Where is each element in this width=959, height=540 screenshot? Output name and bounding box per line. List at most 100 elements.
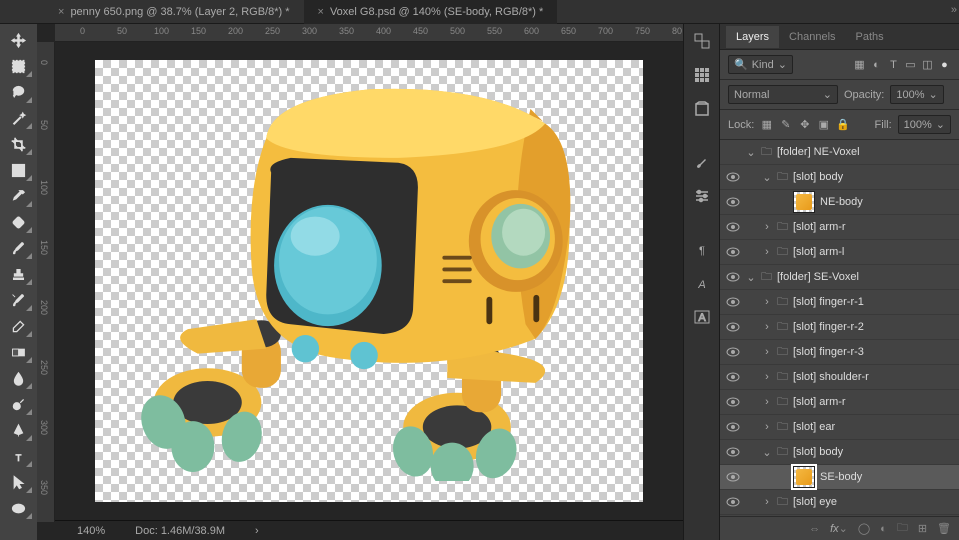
type-tool[interactable]: T bbox=[5, 444, 33, 468]
brush-tool[interactable] bbox=[5, 236, 33, 260]
history-brush-tool[interactable] bbox=[5, 288, 33, 312]
visibility-toggle[interactable] bbox=[720, 220, 746, 234]
layer-row[interactable]: ›🗀[slot] arm-l bbox=[720, 240, 959, 265]
expand-arrow[interactable]: › bbox=[762, 371, 772, 383]
visibility-toggle[interactable] bbox=[720, 470, 746, 484]
frame-tool[interactable] bbox=[5, 158, 33, 182]
eyedropper-tool[interactable] bbox=[5, 184, 33, 208]
panel-tab-channels[interactable]: Channels bbox=[779, 26, 845, 48]
adjustment-layer-icon[interactable]: ◐ bbox=[880, 523, 887, 535]
panel-tab-layers[interactable]: Layers bbox=[726, 26, 779, 48]
shape-tool[interactable] bbox=[5, 496, 33, 520]
dodge-tool[interactable] bbox=[5, 392, 33, 416]
healing-tool[interactable] bbox=[5, 210, 33, 234]
document-tab[interactable]: ×Voxel G8.psd @ 140% (SE-body, RGB/8*) * bbox=[304, 0, 558, 24]
layer-row[interactable]: ›🗀[slot] finger-r-3 bbox=[720, 340, 959, 365]
canvas-viewport[interactable] bbox=[55, 42, 683, 520]
expand-arrow[interactable]: › bbox=[762, 296, 772, 308]
path-select-tool[interactable] bbox=[5, 470, 33, 494]
panel-icon-swatches[interactable] bbox=[691, 64, 713, 86]
visibility-toggle[interactable] bbox=[720, 270, 746, 284]
zoom-level[interactable]: 140% bbox=[77, 525, 105, 537]
panel-icon-libraries[interactable] bbox=[691, 98, 713, 120]
lock-all-icon[interactable]: 🔒 bbox=[836, 118, 849, 131]
visibility-toggle[interactable] bbox=[720, 195, 746, 209]
expand-arrow[interactable]: ⌄ bbox=[762, 171, 772, 184]
filter-kind-dropdown[interactable]: 🔍Kind⌄ bbox=[728, 55, 793, 74]
layer-row[interactable]: SE-body bbox=[720, 465, 959, 490]
lock-brush-icon[interactable]: ✎ bbox=[779, 118, 792, 131]
visibility-toggle[interactable] bbox=[720, 345, 746, 359]
layer-row[interactable]: ⌄🗀[slot] body bbox=[720, 165, 959, 190]
layer-row[interactable]: ›🗀[slot] finger-r-2 bbox=[720, 315, 959, 340]
blend-mode-dropdown[interactable]: Normal⌄ bbox=[728, 85, 838, 104]
layer-row[interactable]: ›🗀[slot] ear bbox=[720, 415, 959, 440]
layer-row[interactable]: ›🗀[slot] arm-r bbox=[720, 390, 959, 415]
lock-artboard-icon[interactable]: ▣ bbox=[817, 118, 830, 131]
expand-arrow[interactable]: › bbox=[762, 496, 772, 508]
visibility-toggle[interactable] bbox=[720, 445, 746, 459]
marquee-tool[interactable] bbox=[5, 54, 33, 78]
document-tab[interactable]: ×penny 650.png @ 38.7% (Layer 2, RGB/8*)… bbox=[44, 0, 304, 24]
crop-tool[interactable] bbox=[5, 132, 33, 156]
filter-toggle-icon[interactable]: ● bbox=[938, 58, 951, 71]
panel-icon-paragraph[interactable]: ¶ bbox=[691, 238, 713, 260]
pen-tool[interactable] bbox=[5, 418, 33, 442]
visibility-toggle[interactable] bbox=[720, 170, 746, 184]
eraser-tool[interactable] bbox=[5, 314, 33, 338]
visibility-toggle[interactable] bbox=[720, 320, 746, 334]
expand-arrow[interactable]: › bbox=[762, 246, 772, 258]
expand-arrow[interactable]: › bbox=[762, 221, 772, 233]
filter-adjust-icon[interactable]: ◐ bbox=[870, 58, 883, 71]
layer-mask-icon[interactable]: ◯ bbox=[858, 522, 870, 535]
stamp-tool[interactable] bbox=[5, 262, 33, 286]
panel-tab-paths[interactable]: Paths bbox=[846, 26, 894, 48]
expand-arrow[interactable]: › bbox=[762, 346, 772, 358]
lock-position-icon[interactable]: ✥ bbox=[798, 118, 811, 131]
expand-arrow[interactable]: › bbox=[762, 421, 772, 433]
expand-arrow[interactable]: ⌄ bbox=[746, 146, 756, 159]
layer-row[interactable]: ›🗀[slot] arm-r bbox=[720, 215, 959, 240]
layer-thumbnail[interactable] bbox=[793, 466, 815, 488]
expand-arrow[interactable]: › bbox=[762, 321, 772, 333]
close-icon[interactable]: × bbox=[318, 6, 324, 18]
new-layer-icon[interactable]: ⊞ bbox=[918, 522, 927, 535]
panel-icon-glyphs[interactable]: A bbox=[691, 306, 713, 328]
opacity-field[interactable]: 100%⌄ bbox=[890, 85, 943, 104]
layer-thumbnail[interactable] bbox=[793, 191, 815, 213]
filter-shape-icon[interactable]: ▭ bbox=[904, 58, 917, 71]
gradient-tool[interactable] bbox=[5, 340, 33, 364]
layer-row[interactable]: ⌄🗀[slot] body bbox=[720, 440, 959, 465]
visibility-toggle[interactable] bbox=[720, 245, 746, 259]
visibility-toggle[interactable] bbox=[720, 420, 746, 434]
delete-layer-icon[interactable]: 🗑 bbox=[937, 522, 951, 535]
filter-type-icon[interactable]: T bbox=[887, 58, 900, 71]
visibility-toggle[interactable] bbox=[720, 395, 746, 409]
filter-smart-icon[interactable]: ◫ bbox=[921, 58, 934, 71]
expand-arrow[interactable]: › bbox=[762, 396, 772, 408]
layer-row[interactable]: ›🗀[slot] finger-r-1 bbox=[720, 290, 959, 315]
expand-arrow[interactable]: ⌄ bbox=[762, 446, 772, 459]
layer-fx-icon[interactable]: fx⌄ bbox=[830, 522, 848, 535]
canvas[interactable] bbox=[95, 60, 643, 502]
fill-field[interactable]: 100%⌄ bbox=[898, 115, 951, 134]
magic-wand-tool[interactable] bbox=[5, 106, 33, 130]
panel-icon-brush[interactable] bbox=[691, 151, 713, 173]
layer-row[interactable]: NE-body bbox=[720, 190, 959, 215]
new-group-icon[interactable]: 🗀 bbox=[897, 519, 908, 538]
visibility-toggle[interactable] bbox=[720, 370, 746, 384]
layer-row[interactable]: ›🗀[slot] shoulder-r bbox=[720, 365, 959, 390]
panel-icon-character[interactable]: A bbox=[691, 272, 713, 294]
lock-pixels-icon[interactable]: ▦ bbox=[760, 118, 773, 131]
layers-list[interactable]: ⌄🗀[folder] NE-Voxel⌄🗀[slot] bodyNE-body›… bbox=[720, 140, 959, 516]
blur-tool[interactable] bbox=[5, 366, 33, 390]
layer-row[interactable]: ⌄🗀[folder] SE-Voxel bbox=[720, 265, 959, 290]
close-icon[interactable]: × bbox=[58, 6, 64, 18]
filter-pixel-icon[interactable]: ▦ bbox=[853, 58, 866, 71]
layer-row[interactable]: ›🗀[slot] eye bbox=[720, 490, 959, 515]
expand-arrow[interactable]: ⌄ bbox=[746, 271, 756, 284]
status-arrow[interactable]: › bbox=[255, 525, 259, 537]
panel-icon-adjustments[interactable] bbox=[691, 185, 713, 207]
lasso-tool[interactable] bbox=[5, 80, 33, 104]
panel-icon-colors[interactable] bbox=[691, 30, 713, 52]
